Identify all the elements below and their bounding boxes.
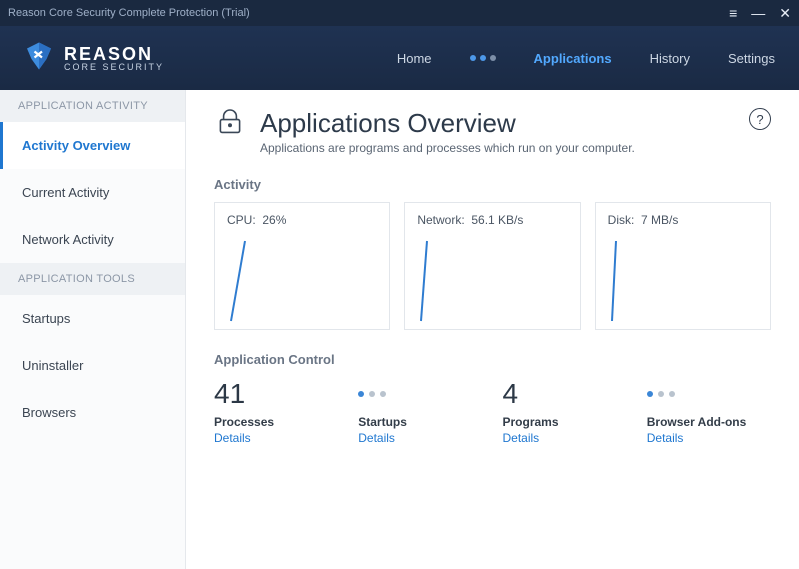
nav-history[interactable]: History xyxy=(650,51,690,66)
nav-scan-icon[interactable] xyxy=(470,55,496,61)
window-title: Reason Core Security Complete Protection… xyxy=(8,7,250,19)
nav-home[interactable]: Home xyxy=(397,51,432,66)
processes-link[interactable]: Details xyxy=(214,431,338,445)
main-content: Applications Overview Applications are p… xyxy=(186,90,799,569)
processes-label: Processes xyxy=(214,415,338,429)
menu-icon[interactable]: ≡ xyxy=(729,5,737,22)
brand-name: REASON xyxy=(64,45,164,63)
programs-label: Programs xyxy=(503,415,627,429)
minimize-icon[interactable]: — xyxy=(751,5,765,22)
control-label: Application Control xyxy=(214,352,771,367)
startups-dots-icon xyxy=(358,391,386,397)
network-name: Network: xyxy=(417,213,464,227)
disk-value: 7 MB/s xyxy=(641,213,678,227)
window-controls: ≡ — ✕ xyxy=(729,5,791,22)
page-title: Applications Overview xyxy=(260,108,635,139)
control-processes: 41 Processes Details xyxy=(214,377,338,445)
header: REASON CORE SECURITY Home Applications H… xyxy=(0,26,799,90)
shield-icon xyxy=(24,41,54,76)
control-startups: Startups Details xyxy=(358,377,482,445)
sidebar-item-network[interactable]: Network Activity xyxy=(0,216,185,263)
network-sparkline xyxy=(417,237,567,328)
card-cpu: CPU: 26% xyxy=(214,202,390,330)
sidebar-item-overview[interactable]: Activity Overview xyxy=(0,122,185,169)
nav-applications[interactable]: Applications xyxy=(534,51,612,66)
addons-link[interactable]: Details xyxy=(647,431,771,445)
control-programs: 4 Programs Details xyxy=(503,377,627,445)
network-value: 56.1 KB/s xyxy=(471,213,523,227)
sidebar-item-current[interactable]: Current Activity xyxy=(0,169,185,216)
brand-sub: CORE SECURITY xyxy=(64,63,164,72)
disk-sparkline xyxy=(608,237,758,328)
activity-label: Activity xyxy=(214,177,771,192)
sidebar-section-activity: APPLICATION ACTIVITY xyxy=(0,90,185,122)
card-disk: Disk: 7 MB/s xyxy=(595,202,771,330)
top-nav: Home Applications History Settings xyxy=(397,51,775,66)
nav-settings[interactable]: Settings xyxy=(728,51,775,66)
help-icon[interactable]: ? xyxy=(749,108,771,130)
page-subtitle: Applications are programs and processes … xyxy=(260,141,635,155)
disk-name: Disk: xyxy=(608,213,635,227)
lock-icon xyxy=(214,108,246,141)
control-addons: Browser Add-ons Details xyxy=(647,377,771,445)
addons-dots-icon xyxy=(647,391,675,397)
startups-label: Startups xyxy=(358,415,482,429)
card-network: Network: 56.1 KB/s xyxy=(404,202,580,330)
titlebar: Reason Core Security Complete Protection… xyxy=(0,0,799,26)
sidebar-section-tools: APPLICATION TOOLS xyxy=(0,263,185,295)
cpu-sparkline xyxy=(227,237,377,328)
logo: REASON CORE SECURITY xyxy=(24,41,164,76)
sidebar-item-uninstaller[interactable]: Uninstaller xyxy=(0,342,185,389)
sidebar-item-browsers[interactable]: Browsers xyxy=(0,389,185,436)
startups-link[interactable]: Details xyxy=(358,431,482,445)
processes-count: 41 xyxy=(214,377,338,411)
cpu-name: CPU: xyxy=(227,213,256,227)
sidebar: APPLICATION ACTIVITY Activity Overview C… xyxy=(0,90,186,569)
close-icon[interactable]: ✕ xyxy=(779,5,791,22)
cpu-value: 26% xyxy=(262,213,286,227)
programs-count: 4 xyxy=(503,377,627,411)
addons-label: Browser Add-ons xyxy=(647,415,771,429)
programs-link[interactable]: Details xyxy=(503,431,627,445)
sidebar-item-startups[interactable]: Startups xyxy=(0,295,185,342)
